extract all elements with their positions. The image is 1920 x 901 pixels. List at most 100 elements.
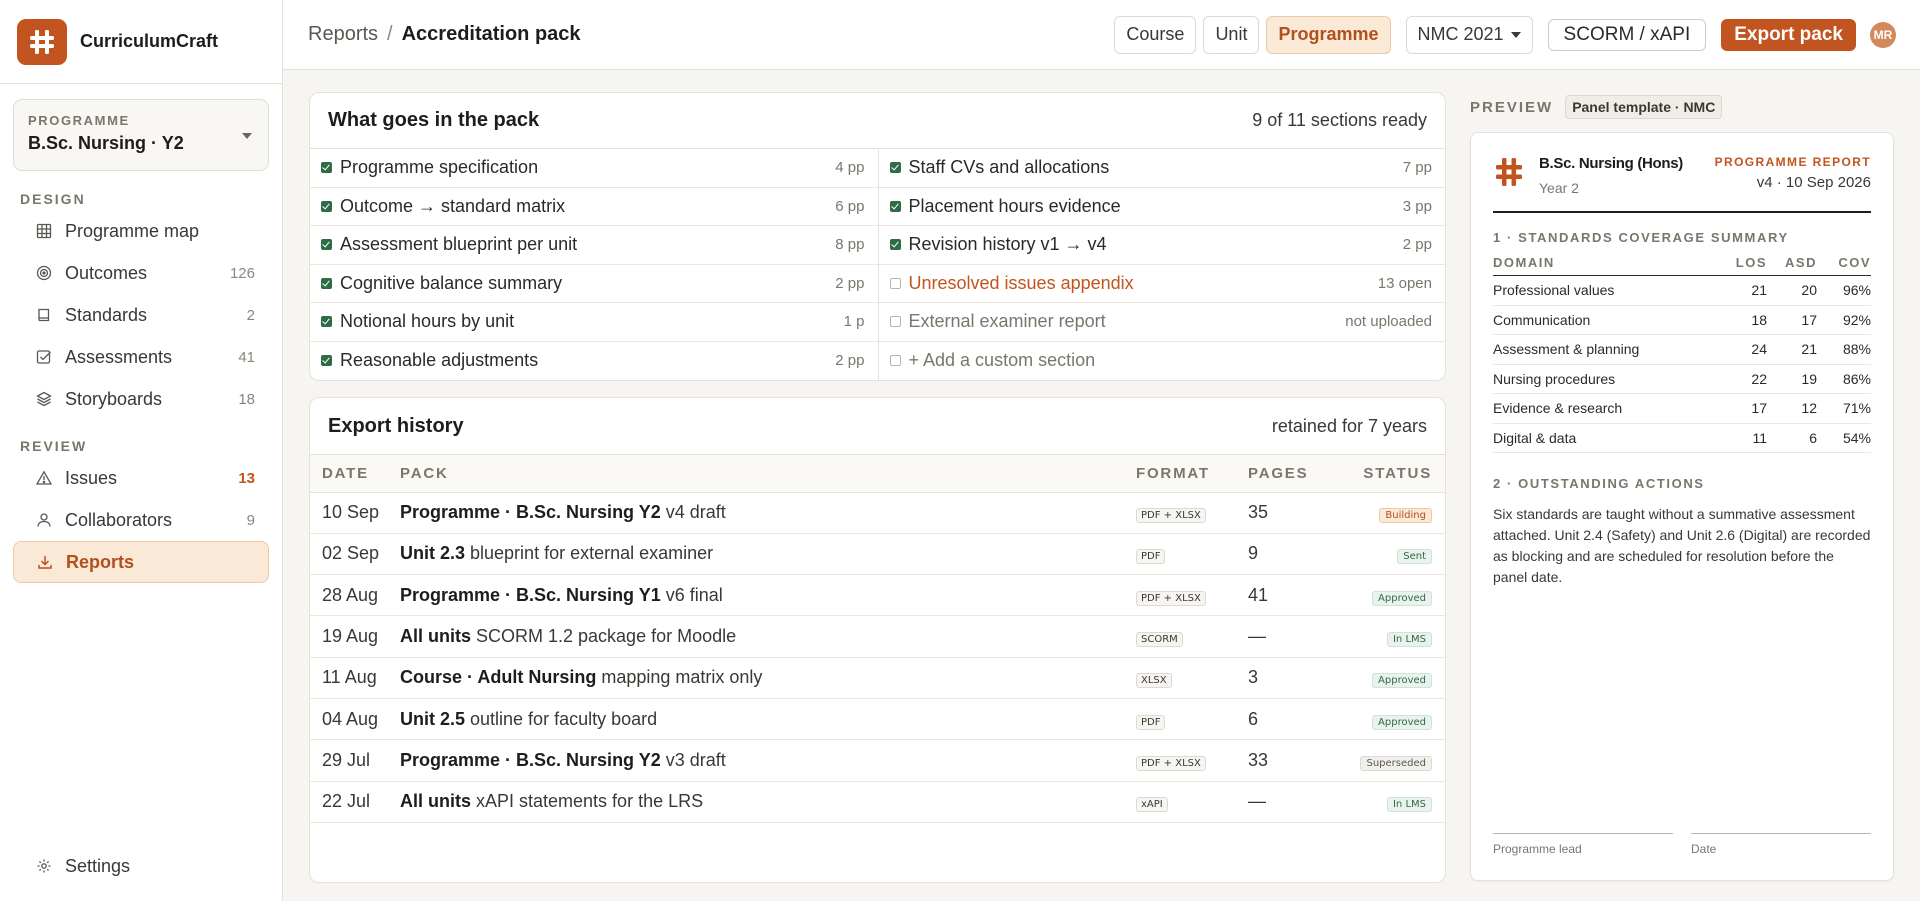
- sidebar-item-assessments[interactable]: Assessments 41: [13, 336, 269, 378]
- checkbox-checked-icon[interactable]: [321, 316, 332, 328]
- coverage-row: Communication 18 17 92%: [1493, 305, 1871, 335]
- pack-section-row[interactable]: Revision history v1 → v4 2 pp: [878, 226, 1445, 265]
- checkbox-unchecked-icon[interactable]: [889, 355, 901, 367]
- standard-select[interactable]: NMC 2021: [1405, 15, 1533, 54]
- coverage-los: 24: [1717, 334, 1767, 365]
- checkbox-checked-icon[interactable]: [889, 200, 901, 212]
- scope-tab-unit[interactable]: Unit: [1203, 15, 1260, 54]
- table-row[interactable]: 22 Jul All units xAPI statements for the …: [310, 781, 1445, 823]
- row-format: SCORM: [1136, 615, 1248, 658]
- checkbox-icon: [35, 348, 53, 366]
- breadcrumb-reports-link[interactable]: Reports: [308, 23, 378, 46]
- format-tag: PDF: [1136, 714, 1166, 730]
- target-icon: [35, 264, 53, 282]
- checkbox-checked-icon[interactable]: [889, 162, 901, 174]
- table-row[interactable]: 04 Aug Unit 2.5 outline for faculty board…: [310, 698, 1445, 741]
- coverage-asd: 6: [1767, 423, 1817, 453]
- programme-label: PROGRAMME: [28, 113, 130, 128]
- sidebar-item-programme-map[interactable]: Programme map: [13, 210, 269, 252]
- row-pack-name: Programme · B.Sc. Nursing Y1: [400, 584, 661, 605]
- book-icon: [35, 306, 53, 324]
- row-date: 04 Aug: [310, 698, 400, 741]
- table-header-row: DATE PACK FORMAT PAGES STATUS: [310, 455, 1445, 493]
- row-date: 02 Sep: [310, 533, 400, 576]
- status-badge: Approved: [1372, 590, 1432, 606]
- scope-tab-programme[interactable]: Programme: [1266, 15, 1391, 54]
- row-pack: All units SCORM 1.2 package for Moodle: [400, 615, 1136, 658]
- pack-section-name: Revision history v1 → v4: [908, 234, 1107, 255]
- pack-section-row[interactable]: Programme specification 4 pp: [310, 149, 878, 188]
- pack-section-row[interactable]: Notional hours by unit 1 p: [310, 303, 878, 342]
- pack-section-row[interactable]: Outcome → standard matrix 6 pp: [310, 188, 878, 226]
- table-row[interactable]: 28 Aug Programme · B.Sc. Nursing Y1 v6 fi…: [310, 574, 1445, 617]
- coverage-los: 11: [1717, 423, 1767, 453]
- sidebar-item-settings[interactable]: Settings: [13, 845, 269, 887]
- status-badge: Sent: [1397, 549, 1432, 565]
- column-header-pack[interactable]: PACK: [400, 455, 1136, 493]
- avatar[interactable]: MR: [1870, 21, 1896, 48]
- table-row[interactable]: 02 Sep Unit 2.3 blueprint for external ex…: [310, 533, 1445, 576]
- table-row[interactable]: 19 Aug All units SCORM 1.2 package for Mo…: [310, 615, 1445, 658]
- table-row[interactable]: 11 Aug Course · Adult Nursing mapping mat…: [310, 657, 1445, 699]
- checkbox-checked-icon[interactable]: [321, 277, 332, 289]
- sidebar-item-storyboards[interactable]: Storyboards 18: [13, 378, 269, 420]
- pack-section-name[interactable]: Unresolved issues appendix: [909, 273, 1134, 294]
- checkbox-checked-icon[interactable]: [321, 355, 332, 367]
- pack-section-pages: 2 pp: [835, 352, 865, 370]
- add-custom-section-row[interactable]: + Add a custom section: [879, 342, 1446, 381]
- checkbox-checked-icon[interactable]: [321, 200, 332, 212]
- pack-column-right: Staff CVs and allocations 7 pp Placement …: [877, 149, 1446, 381]
- status-badge: Building: [1379, 508, 1432, 524]
- column-header-format[interactable]: FORMAT: [1136, 455, 1248, 493]
- brand: CurriculumCraft: [0, 0, 282, 84]
- checkbox-checked-icon[interactable]: [321, 162, 332, 174]
- row-pages: 33: [1248, 739, 1341, 782]
- scorm-xapi-button[interactable]: SCORM / xAPI: [1547, 18, 1707, 51]
- doc-title: B.Sc. Nursing (Hons): [1539, 155, 1684, 172]
- status-badge: Superseded: [1360, 755, 1432, 771]
- export-pack-button[interactable]: Export pack: [1721, 18, 1856, 51]
- app-logo-icon[interactable]: [17, 18, 67, 65]
- programme-selector[interactable]: PROGRAMME B.Sc. Nursing · Y2: [13, 99, 269, 171]
- pack-section-name: Programme specification: [340, 157, 539, 178]
- pack-section-row[interactable]: External examiner report not uploaded: [878, 303, 1445, 342]
- column-header-status[interactable]: STATUS: [1341, 455, 1445, 493]
- table-row[interactable]: 10 Sep Programme · B.Sc. Nursing Y2 v4 dr…: [310, 492, 1445, 534]
- table-row[interactable]: 29 Jul Programme · B.Sc. Nursing Y2 v3 dr…: [310, 739, 1445, 782]
- row-pack-name: Programme · B.Sc. Nursing Y2: [400, 502, 661, 523]
- scope-tab-course[interactable]: Course: [1114, 15, 1197, 54]
- pack-section-name: Notional hours by unit: [340, 311, 515, 332]
- checkbox-unchecked-icon[interactable]: [889, 316, 901, 328]
- column-header-date[interactable]: DATE: [310, 455, 400, 493]
- column-header-pages[interactable]: PAGES: [1248, 455, 1341, 493]
- sidebar-item-standards[interactable]: Standards 2: [13, 294, 269, 336]
- row-pages: 6: [1248, 698, 1341, 741]
- checkbox-unchecked-icon[interactable]: [889, 277, 901, 289]
- report-preview-document[interactable]: B.Sc. Nursing (Hons) Year 2 PROGRAMME RE…: [1470, 132, 1894, 881]
- coverage-header-cov: COV: [1817, 255, 1871, 276]
- pack-section-row[interactable]: Reasonable adjustments 2 pp: [310, 342, 878, 381]
- sidebar-item-label: Settings: [65, 855, 131, 876]
- pack-section-row[interactable]: Unresolved issues appendix 13 open: [878, 265, 1445, 303]
- sidebar-item-issues[interactable]: Issues 13: [13, 457, 269, 499]
- pack-section-row[interactable]: Cognitive balance summary 2 pp: [310, 265, 878, 303]
- template-badge[interactable]: Panel template · NMC: [1565, 95, 1723, 119]
- pack-section-row[interactable]: Assessment blueprint per unit 8 pp: [310, 226, 878, 265]
- pack-section-pages: 2 pp: [1402, 236, 1432, 254]
- sidebar-item-count: 18: [238, 390, 255, 408]
- sidebar-item-reports[interactable]: Reports: [13, 541, 269, 583]
- row-pack-name: Programme · B.Sc. Nursing Y2: [400, 749, 661, 770]
- coverage-los: 18: [1717, 305, 1767, 335]
- row-date: 19 Aug: [310, 615, 400, 658]
- checkbox-checked-icon[interactable]: [321, 239, 332, 251]
- add-custom-section-button[interactable]: + Add a custom section: [909, 350, 1096, 371]
- sidebar-item-collaborators[interactable]: Collaborators 9: [13, 499, 269, 541]
- checkbox-checked-icon[interactable]: [889, 239, 901, 251]
- sidebar-item-outcomes[interactable]: Outcomes 126: [13, 252, 269, 294]
- nav-section-design: DESIGN: [20, 191, 86, 207]
- pack-section-pages: 13 open: [1377, 274, 1432, 292]
- breadcrumb: Reports / Accreditation pack: [308, 23, 581, 46]
- pack-section-row[interactable]: Placement hours evidence 3 pp: [878, 188, 1445, 226]
- pack-section-row[interactable]: Staff CVs and allocations 7 pp: [878, 149, 1445, 188]
- export-history-table: DATE PACK FORMAT PAGES STATUS 10 Sep Prog…: [310, 455, 1445, 823]
